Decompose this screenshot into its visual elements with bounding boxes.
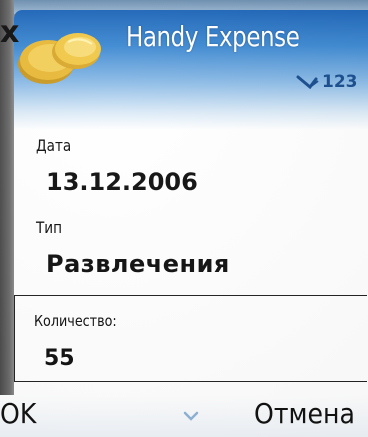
cancel-softkey[interactable]: Отмена (254, 397, 355, 430)
pen-icon (296, 75, 319, 89)
date-label: Дата (36, 136, 72, 155)
input-mode-label: 123 (322, 72, 358, 92)
amount-value[interactable]: 55 (44, 346, 75, 371)
type-label: Тип (36, 218, 63, 237)
scroll-down-icon (183, 411, 199, 421)
amount-label: Количество: (34, 312, 117, 330)
type-value[interactable]: Развлечения (46, 250, 230, 278)
ok-softkey[interactable]: OK (0, 397, 36, 430)
input-mode-indicator: 123 (296, 72, 358, 92)
phone-screen: x Handy Expense 123 Дата 13.12.2006 Тип … (0, 0, 368, 437)
app-title: Handy Expense (126, 20, 300, 53)
date-value[interactable]: 13.12.2006 (46, 168, 198, 196)
coin-icon (18, 33, 101, 84)
